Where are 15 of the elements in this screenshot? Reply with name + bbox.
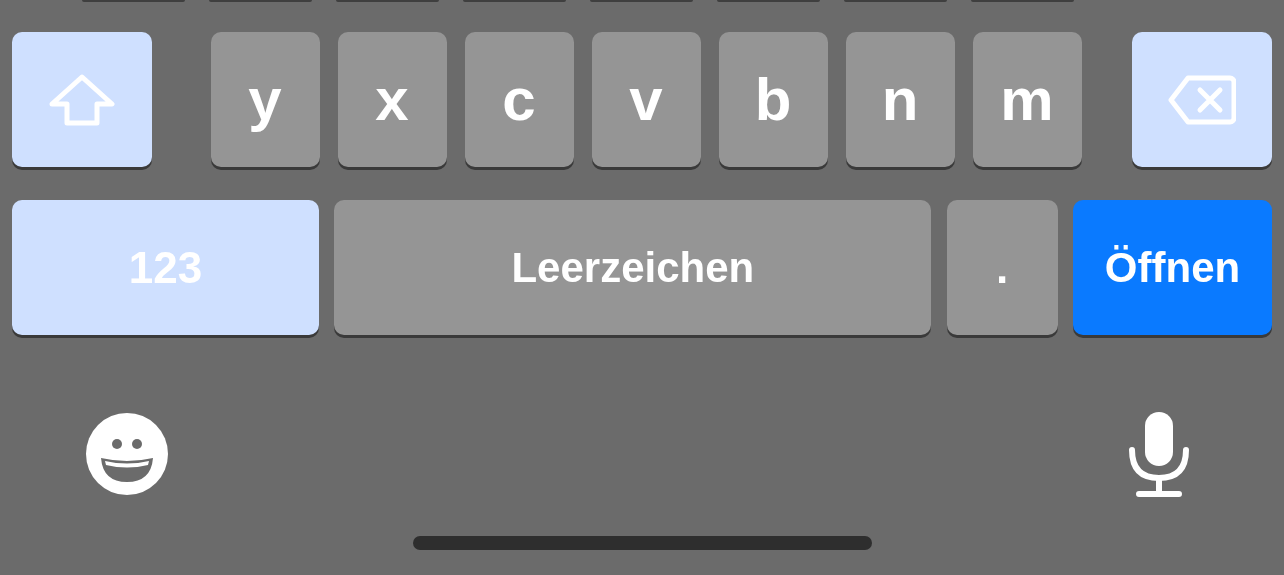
smiley-icon [85,412,169,496]
emoji-button[interactable] [85,412,169,496]
letter-key[interactable]: n [845,32,955,167]
open-key[interactable]: Öffnen [1073,200,1272,335]
letter-key[interactable]: y [210,32,320,167]
period-key[interactable]: . [946,200,1058,335]
letter-key[interactable]: x [337,32,447,167]
letter-key[interactable]: c [464,32,574,167]
delete-icon [1168,74,1236,125]
letter-key[interactable]: v [591,32,701,167]
space-key[interactable]: Leerzeichen [334,200,932,335]
shift-icon [47,73,117,126]
letter-key[interactable]: b [718,32,828,167]
microphone-icon [1127,410,1191,498]
letter-key[interactable]: m [972,32,1082,167]
